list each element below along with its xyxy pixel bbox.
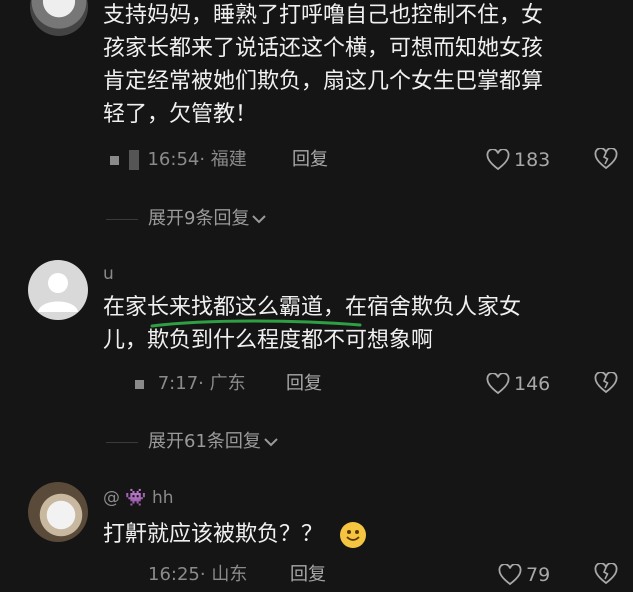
dislike-button[interactable] <box>594 562 618 589</box>
comment-location: · 福建 <box>199 149 247 170</box>
username[interactable]: @ 👾 hh <box>103 488 174 508</box>
smile-emoji-icon <box>340 522 367 548</box>
heart-outline-icon <box>486 149 510 171</box>
comment-text: 打鼾就应该被欺负？？ <box>103 518 623 551</box>
expand-replies-button[interactable]: 展开9条回复 <box>106 207 267 231</box>
comment-time: 7:17 <box>157 373 199 394</box>
avatar[interactable] <box>28 482 88 542</box>
expand-replies-button[interactable]: 展开61条回复 <box>106 430 279 454</box>
comment-meta: 16:25· 山东 <box>148 563 247 587</box>
dislike-button[interactable] <box>594 147 618 174</box>
expand-replies-label: 展开9条回复 <box>148 208 250 229</box>
divider-line <box>106 218 138 220</box>
like-button[interactable]: 183 <box>486 148 550 172</box>
comment-time: 16:54 <box>147 149 200 170</box>
underline-annotation <box>150 319 362 328</box>
broken-heart-icon <box>594 147 618 170</box>
like-count: 183 <box>514 149 551 171</box>
like-button[interactable]: 79 <box>498 563 550 587</box>
redacted-mark <box>135 379 144 389</box>
comment-meta: 16:54· 福建 <box>110 148 247 172</box>
chevron-down-icon <box>264 438 278 447</box>
comment-location: · 广东 <box>198 373 246 394</box>
comment-time: 16:25 <box>148 564 200 585</box>
comment-location: · 山东 <box>199 564 248 585</box>
expand-replies-label: 展开61条回复 <box>148 431 261 452</box>
redacted-mark <box>110 155 119 165</box>
reply-button[interactable]: 回复 <box>286 372 322 396</box>
default-avatar-icon <box>38 273 78 312</box>
comment-text: 支持妈妈，睡熟了打呼噜自己也控制不住，女 孩家长都来了说话还这个横，可想而知她女… <box>103 3 544 127</box>
chevron-down-icon <box>252 215 267 224</box>
broken-heart-icon <box>594 562 618 585</box>
avatar[interactable] <box>28 260 88 320</box>
heart-outline-icon <box>486 373 510 395</box>
reply-button[interactable]: 回复 <box>290 563 326 587</box>
reply-button[interactable]: 回复 <box>292 148 328 172</box>
broken-heart-icon <box>594 371 618 394</box>
heart-outline-icon <box>498 564 522 586</box>
like-count: 79 <box>526 564 551 586</box>
like-button[interactable]: 146 <box>486 372 550 396</box>
dislike-button[interactable] <box>594 371 618 398</box>
username[interactable]: u <box>103 264 114 284</box>
redacted-mark <box>128 150 139 170</box>
like-count: 146 <box>514 373 551 395</box>
comment-meta: 7:17· 广东 <box>135 372 246 396</box>
avatar[interactable] <box>30 0 88 36</box>
divider-line <box>106 441 138 443</box>
